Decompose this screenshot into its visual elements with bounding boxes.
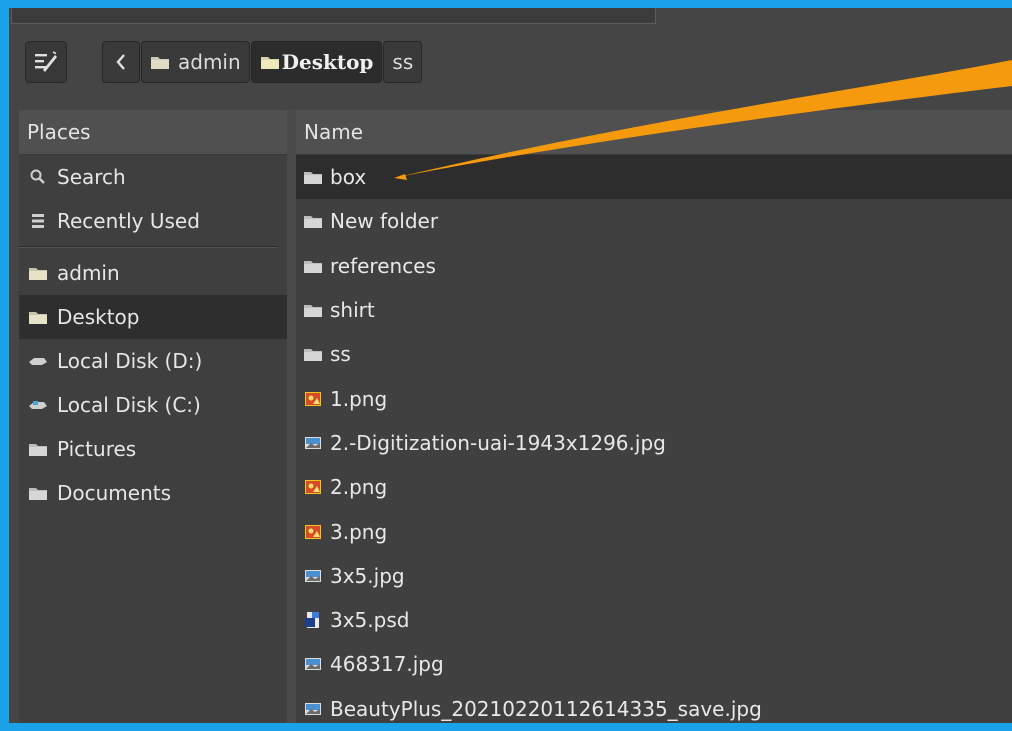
file-row[interactable]: shirt [296, 288, 1012, 332]
png-image-icon [302, 390, 324, 408]
folder-icon [260, 57, 279, 69]
file-name: ss [330, 342, 351, 367]
place-item-label: Desktop [57, 305, 140, 329]
recent-icon [27, 212, 49, 230]
file-name: references [330, 253, 436, 278]
folder-icon [302, 168, 324, 186]
places-separator [19, 246, 277, 248]
file-row[interactable]: references [296, 244, 1012, 288]
place-item-pictures[interactable]: Pictures [19, 427, 287, 471]
place-item-desktop[interactable]: Desktop [19, 295, 287, 339]
jpg-image-icon [302, 567, 324, 585]
place-item-documents[interactable]: Documents [19, 471, 287, 515]
file-name: 3x5.psd [330, 608, 410, 633]
folder-icon [302, 345, 324, 363]
path-back-button[interactable] [102, 41, 140, 83]
path-crumb-label: Desktop [281, 50, 374, 74]
file-row[interactable]: 1.png [296, 376, 1012, 420]
png-image-icon [302, 478, 324, 496]
file-chooser-window: admin Desktop ss Places Search Recently … [9, 8, 1012, 723]
folder-icon [27, 484, 49, 502]
jpg-image-icon [302, 700, 324, 718]
toolbar: admin Desktop ss [9, 24, 1012, 110]
place-item-label: Recently Used [57, 209, 200, 233]
screenshot-frame: admin Desktop ss Places Search Recently … [0, 0, 1012, 731]
psd-file-icon [302, 611, 324, 629]
file-name: 3x5.jpg [330, 563, 405, 588]
name-column-header-label: Name [304, 120, 364, 144]
folder-icon [27, 440, 49, 458]
file-name: BeautyPlus_20210220112614335_save.jpg [330, 696, 762, 721]
place-item-label: Documents [57, 481, 172, 505]
place-item-local-disk-c[interactable]: Local Disk (C:) [19, 383, 287, 427]
path-crumb-ss[interactable]: ss [383, 41, 423, 83]
location-field[interactable] [11, 8, 656, 24]
file-name: 468317.jpg [330, 652, 444, 677]
folder-icon [302, 257, 324, 275]
file-name: box [330, 165, 367, 190]
place-item-label: Local Disk (D:) [57, 349, 203, 373]
file-name: 1.png [330, 386, 388, 411]
file-row[interactable]: box [296, 155, 1012, 200]
drive-icon [27, 352, 49, 370]
edit-location-icon [35, 51, 57, 72]
file-name: 2.png [330, 475, 388, 500]
file-name: New folder [330, 209, 439, 234]
path-crumb-admin[interactable]: admin [141, 41, 250, 83]
place-item-label: Search [57, 165, 126, 189]
place-item-label: Pictures [57, 437, 137, 461]
path-crumb-label: ss [392, 50, 414, 74]
path-crumb-desktop[interactable]: Desktop [250, 41, 383, 83]
places-header-label: Places [27, 120, 91, 144]
file-row[interactable]: New folder [296, 199, 1012, 243]
place-item-label: admin [57, 261, 120, 285]
place-item-local-disk-d[interactable]: Local Disk (D:) [19, 339, 287, 383]
file-name: 2.-Digitization-uai-1943x1296.jpg [330, 430, 666, 455]
file-row[interactable]: BeautyPlus_20210220112614335_save.jpg [296, 687, 1012, 723]
place-item-search[interactable]: Search [19, 155, 287, 199]
drive-icon [27, 396, 49, 414]
file-row[interactable]: 3.png [296, 509, 1012, 553]
folder-icon [27, 308, 49, 326]
file-row[interactable]: 3x5.psd [296, 598, 1012, 642]
folder-icon [151, 57, 169, 69]
search-icon [27, 168, 49, 186]
folder-icon [27, 264, 49, 282]
chevron-left-icon [116, 54, 125, 70]
file-row[interactable]: ss [296, 332, 1012, 376]
png-image-icon [302, 523, 324, 541]
file-list: Name box New folder references shirt ss [296, 110, 1012, 723]
file-row[interactable]: 2.png [296, 465, 1012, 509]
places-sidebar: Places Search Recently Used admin Deskto… [19, 110, 287, 723]
jpg-image-icon [302, 434, 324, 452]
path-bar: admin Desktop ss [102, 41, 423, 83]
folder-icon [302, 212, 324, 230]
file-name: 3.png [330, 519, 388, 544]
name-column-header[interactable]: Name [296, 110, 1012, 155]
place-item-recently-used[interactable]: Recently Used [19, 199, 287, 243]
file-row[interactable]: 2.-Digitization-uai-1943x1296.jpg [296, 421, 1012, 465]
file-name: shirt [330, 298, 375, 323]
place-item-label: Local Disk (C:) [57, 393, 201, 417]
type-location-button[interactable] [25, 41, 67, 83]
places-header[interactable]: Places [19, 110, 287, 155]
file-row[interactable]: 3x5.jpg [296, 554, 1012, 598]
place-item-admin[interactable]: admin [19, 251, 287, 295]
path-crumb-label: admin [178, 50, 241, 74]
jpg-image-icon [302, 655, 324, 673]
folder-icon [302, 301, 324, 319]
file-row[interactable]: 468317.jpg [296, 642, 1012, 686]
pane-divider[interactable] [287, 110, 296, 723]
